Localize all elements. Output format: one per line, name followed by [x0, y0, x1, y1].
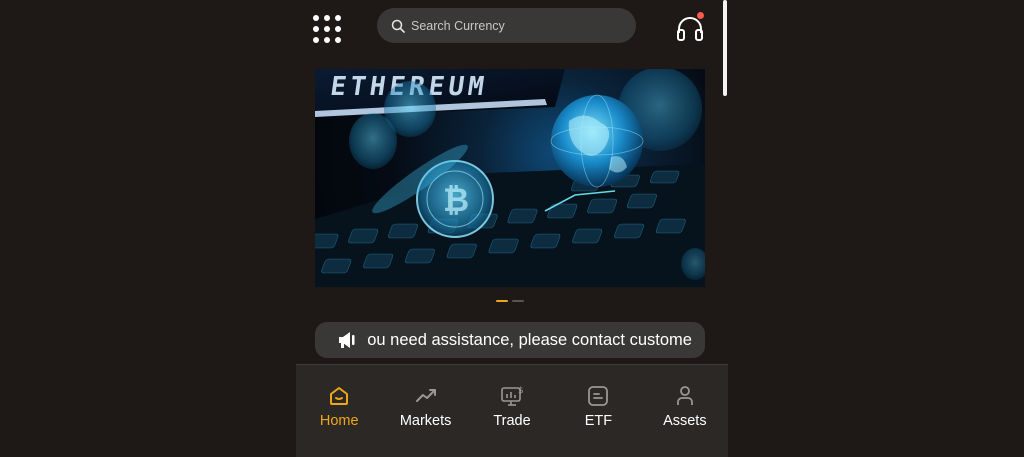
search-bar[interactable] — [377, 8, 636, 43]
grid-dot — [335, 15, 341, 21]
apps-grid-icon — [313, 15, 319, 21]
grid-dot — [335, 26, 341, 32]
apps-menu-button[interactable] — [313, 15, 341, 43]
tab-home[interactable]: Home — [296, 365, 382, 457]
grid-dot — [313, 26, 319, 32]
tab-markets[interactable]: Markets — [382, 365, 468, 457]
carousel-dot-active[interactable] — [496, 300, 508, 302]
tab-etf-label: ETF — [584, 413, 613, 429]
home-icon — [330, 387, 349, 405]
grid-dot — [335, 37, 341, 43]
app-screen: ETHEREUM — [0, 0, 1024, 457]
announcement-text: you need assistance, please contact cust… — [367, 331, 692, 349]
tab-trade[interactable]: $ Trade — [469, 365, 555, 457]
svg-text:$: $ — [518, 386, 524, 396]
notification-badge — [697, 12, 704, 19]
megaphone-icon — [339, 332, 355, 348]
carousel-indicators — [496, 300, 524, 302]
globe-graphic — [550, 94, 644, 188]
tab-assets[interactable]: Assets — [642, 365, 728, 457]
banner-image: ETHEREUM — [315, 69, 705, 287]
promo-banner[interactable]: ETHEREUM — [315, 69, 705, 287]
tab-trade-label: Trade — [493, 413, 531, 429]
svg-text:₿: ₿ — [443, 181, 469, 219]
user-icon — [676, 386, 693, 405]
etf-icon — [588, 386, 609, 406]
carousel-dot[interactable] — [512, 300, 524, 302]
trend-up-icon — [415, 389, 436, 402]
grid-dot — [324, 15, 330, 21]
announcement-scroll-area: you need assistance, please contact cust… — [367, 322, 697, 358]
bottom-tab-bar: Home Markets $ Trade ETF Assets — [296, 364, 728, 457]
scrollbar[interactable] — [723, 0, 727, 96]
search-icon — [391, 19, 405, 33]
trade-monitor-icon: $ — [501, 386, 524, 406]
grid-dot — [324, 37, 330, 43]
search-input[interactable] — [409, 17, 613, 34]
tab-assets-label: Assets — [663, 413, 707, 429]
grid-dot — [324, 26, 330, 32]
grid-dot — [313, 37, 319, 43]
headset-icon — [677, 17, 703, 41]
support-button[interactable] — [676, 12, 704, 43]
tab-markets-label: Markets — [399, 413, 452, 429]
tab-etf[interactable]: ETF — [555, 365, 641, 457]
tab-home-label: Home — [319, 413, 359, 429]
announcement-bar[interactable]: you need assistance, please contact cust… — [315, 322, 705, 358]
